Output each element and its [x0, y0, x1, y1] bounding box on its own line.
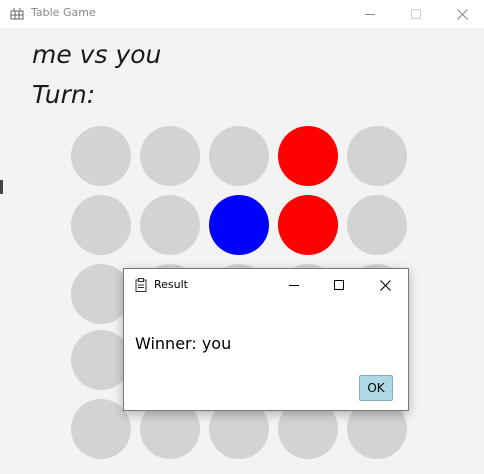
result-message: Winner: you [135, 334, 232, 353]
dialog-title: Result [154, 278, 188, 291]
board-cell-4-0[interactable] [71, 399, 131, 459]
board-cell-1-3[interactable] [278, 195, 338, 255]
dialog-close-button[interactable] [363, 272, 407, 298]
maximize-icon [334, 280, 344, 290]
board-cell-3-0[interactable] [71, 330, 131, 390]
ok-button[interactable]: OK [359, 375, 393, 401]
board-cell-1-0[interactable] [71, 195, 131, 255]
board-cell-0-4[interactable] [347, 126, 407, 186]
board-cell-0-1[interactable] [140, 126, 200, 186]
game-window: Table Game me vs you Turn: Result Winner… [0, 0, 484, 474]
board-cell-1-4[interactable] [347, 195, 407, 255]
board-cell-0-3[interactable] [278, 126, 338, 186]
result-dialog: Result Winner: you OK [123, 268, 409, 411]
board-cell-1-2[interactable] [209, 195, 269, 255]
clipboard-icon [135, 278, 147, 292]
board-cell-0-0[interactable] [71, 126, 131, 186]
minimize-icon [289, 285, 299, 286]
board-cell-2-0[interactable] [71, 264, 131, 324]
close-icon [379, 279, 391, 291]
dialog-maximize-button[interactable] [317, 272, 361, 298]
board-cell-1-1[interactable] [140, 195, 200, 255]
dialog-minimize-button[interactable] [272, 272, 316, 298]
board-cell-0-2[interactable] [209, 126, 269, 186]
